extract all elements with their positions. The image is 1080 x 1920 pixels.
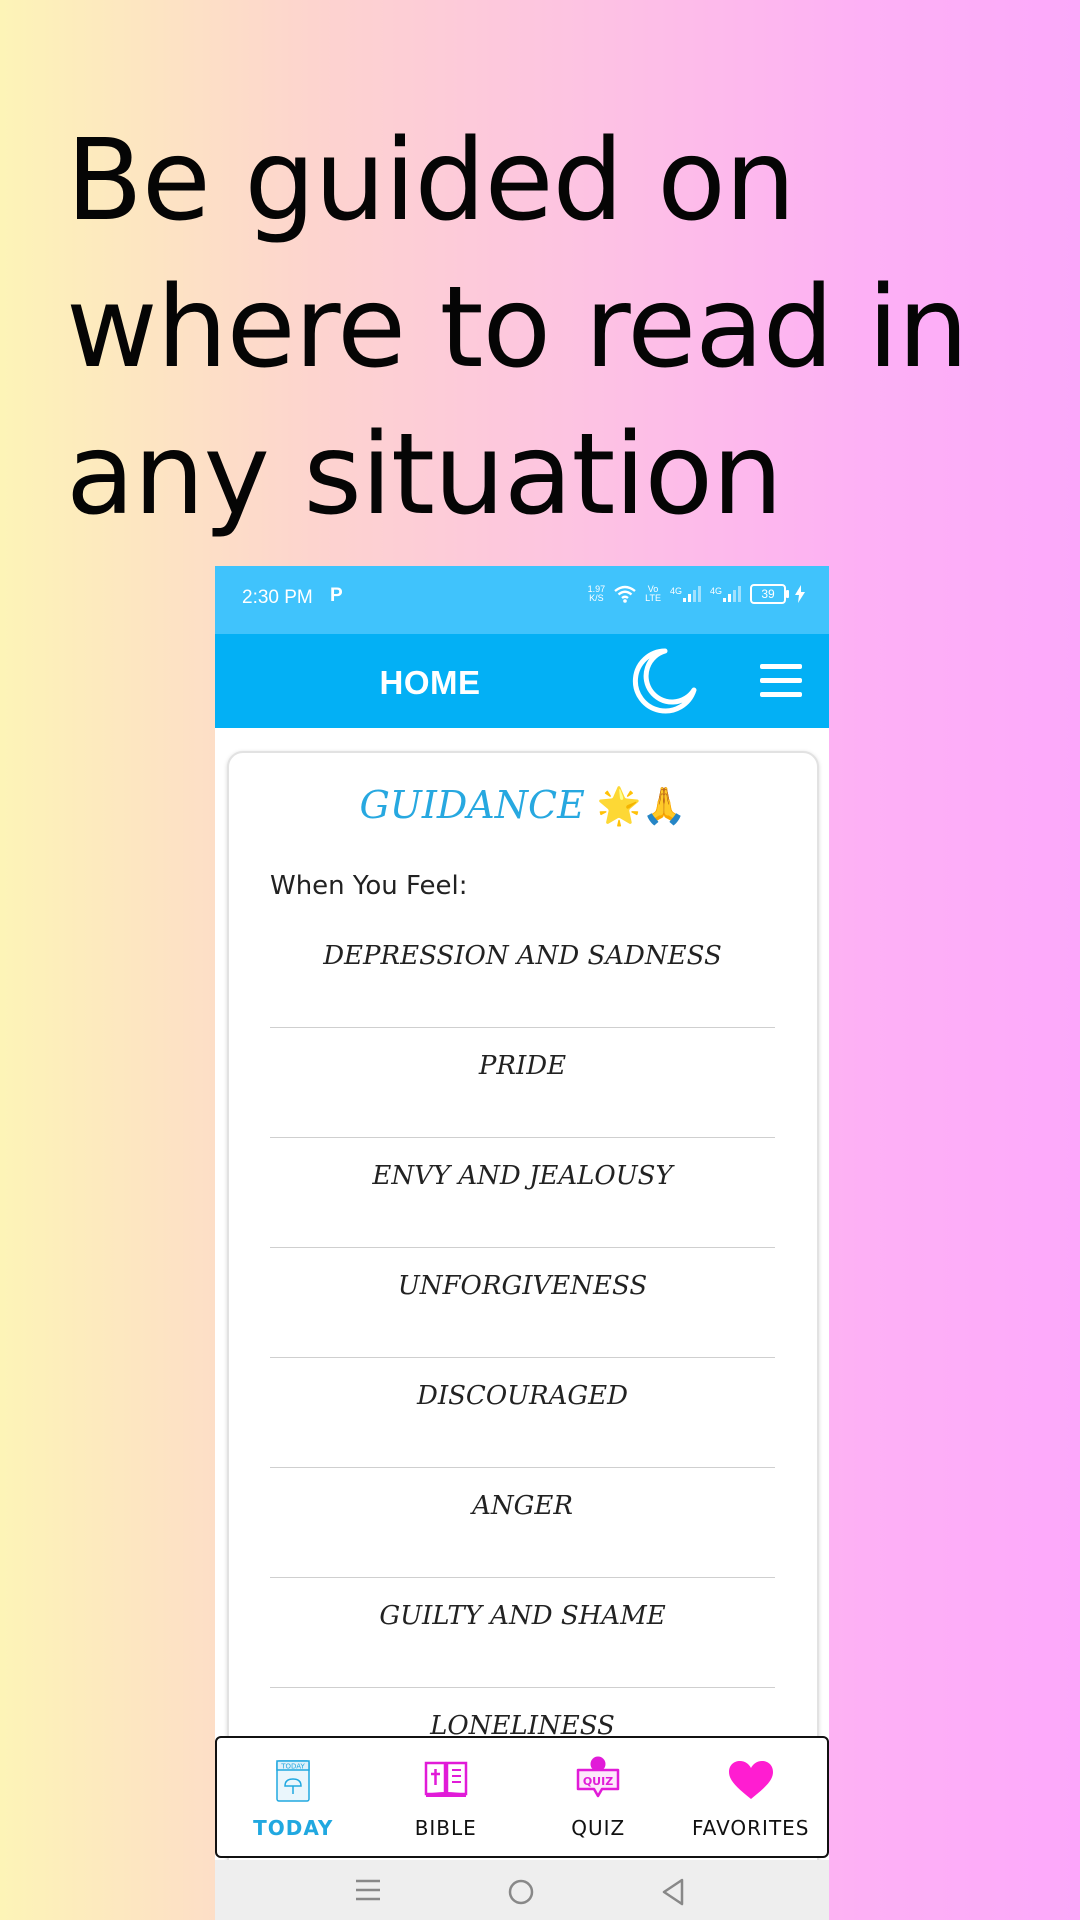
- signal-2: 4G: [710, 586, 741, 602]
- charging-icon: [795, 585, 805, 603]
- status-icons: 1.97 K/S Vo LTE 4G 4G 39: [588, 584, 805, 604]
- moon-icon[interactable]: [629, 646, 699, 716]
- heart-icon: [728, 1761, 773, 1799]
- today-calendar-icon: TODAY: [276, 1760, 310, 1802]
- nav-quiz[interactable]: QUIZ QUIZ: [522, 1738, 675, 1856]
- list-item[interactable]: GUILTY AND SHAME: [270, 1579, 775, 1688]
- nav-quiz-label: QUIZ: [571, 1816, 626, 1840]
- svg-text:TODAY: TODAY: [280, 1763, 305, 1771]
- page-title: HOME: [379, 664, 481, 701]
- quiz-bubble-icon: QUIZ: [577, 1756, 620, 1798]
- list-item[interactable]: UNFORGIVENESS: [270, 1249, 775, 1358]
- svg-text:QUIZ: QUIZ: [583, 1775, 613, 1788]
- nav-today-label: TODAY: [253, 1816, 334, 1840]
- network-speed: 1.97 K/S: [587, 584, 606, 603]
- feel-label: When You Feel:: [270, 871, 468, 901]
- list-item[interactable]: ANGER: [270, 1469, 775, 1578]
- list-item[interactable]: PRIDE: [270, 1029, 775, 1138]
- bible-book-icon: [424, 1761, 467, 1797]
- phone-screenshot: 2:30 PM P 1.97 K/S Vo LTE 4G 4G 39 HOME …: [215, 566, 829, 1920]
- bottom-navigation: TODAY TODAY BIBLE QUIZ QUIZ FAVORITES: [215, 1736, 829, 1858]
- status-bar: 2:30 PM P 1.97 K/S Vo LTE 4G 4G 39: [215, 566, 829, 634]
- system-navigation-bar: [215, 1860, 829, 1920]
- recents-icon[interactable]: [355, 1878, 381, 1902]
- nav-bible-label: BIBLE: [414, 1816, 477, 1840]
- nav-today[interactable]: TODAY TODAY: [217, 1738, 370, 1856]
- volte-indicator: Vo LTE: [645, 584, 661, 603]
- signal-bars-icon: [682, 586, 701, 602]
- hamburger-menu-icon[interactable]: [760, 664, 804, 698]
- list-item[interactable]: DISCOURAGED: [270, 1359, 775, 1468]
- headline: Be guided on where to read in any situat…: [66, 116, 969, 540]
- back-triangle-icon[interactable]: [661, 1878, 685, 1906]
- card-title: GUIDANCE 🌟🙏: [359, 783, 687, 827]
- app-indicator: P: [330, 585, 343, 606]
- wifi-icon: [614, 585, 636, 603]
- signal-bars-icon: [723, 586, 741, 602]
- list-item[interactable]: ENVY AND JEALOUSY: [270, 1139, 775, 1248]
- battery-icon: 39: [750, 584, 789, 604]
- nav-favorites-label: FAVORITES: [692, 1816, 810, 1840]
- nav-bible[interactable]: BIBLE: [370, 1738, 523, 1856]
- nav-favorites[interactable]: FAVORITES: [675, 1738, 828, 1856]
- app-bar: HOME: [215, 634, 829, 728]
- home-circle-icon[interactable]: [507, 1878, 535, 1906]
- star-pray-emoji: 🌟🙏: [596, 786, 687, 827]
- signal-1: 4G: [670, 586, 701, 602]
- list-item[interactable]: DEPRESSION AND SADNESS: [270, 919, 775, 1028]
- feelings-list: DEPRESSION AND SADNESS PRIDE ENVY AND JE…: [270, 919, 775, 1799]
- status-time: 2:30 PM: [242, 587, 313, 608]
